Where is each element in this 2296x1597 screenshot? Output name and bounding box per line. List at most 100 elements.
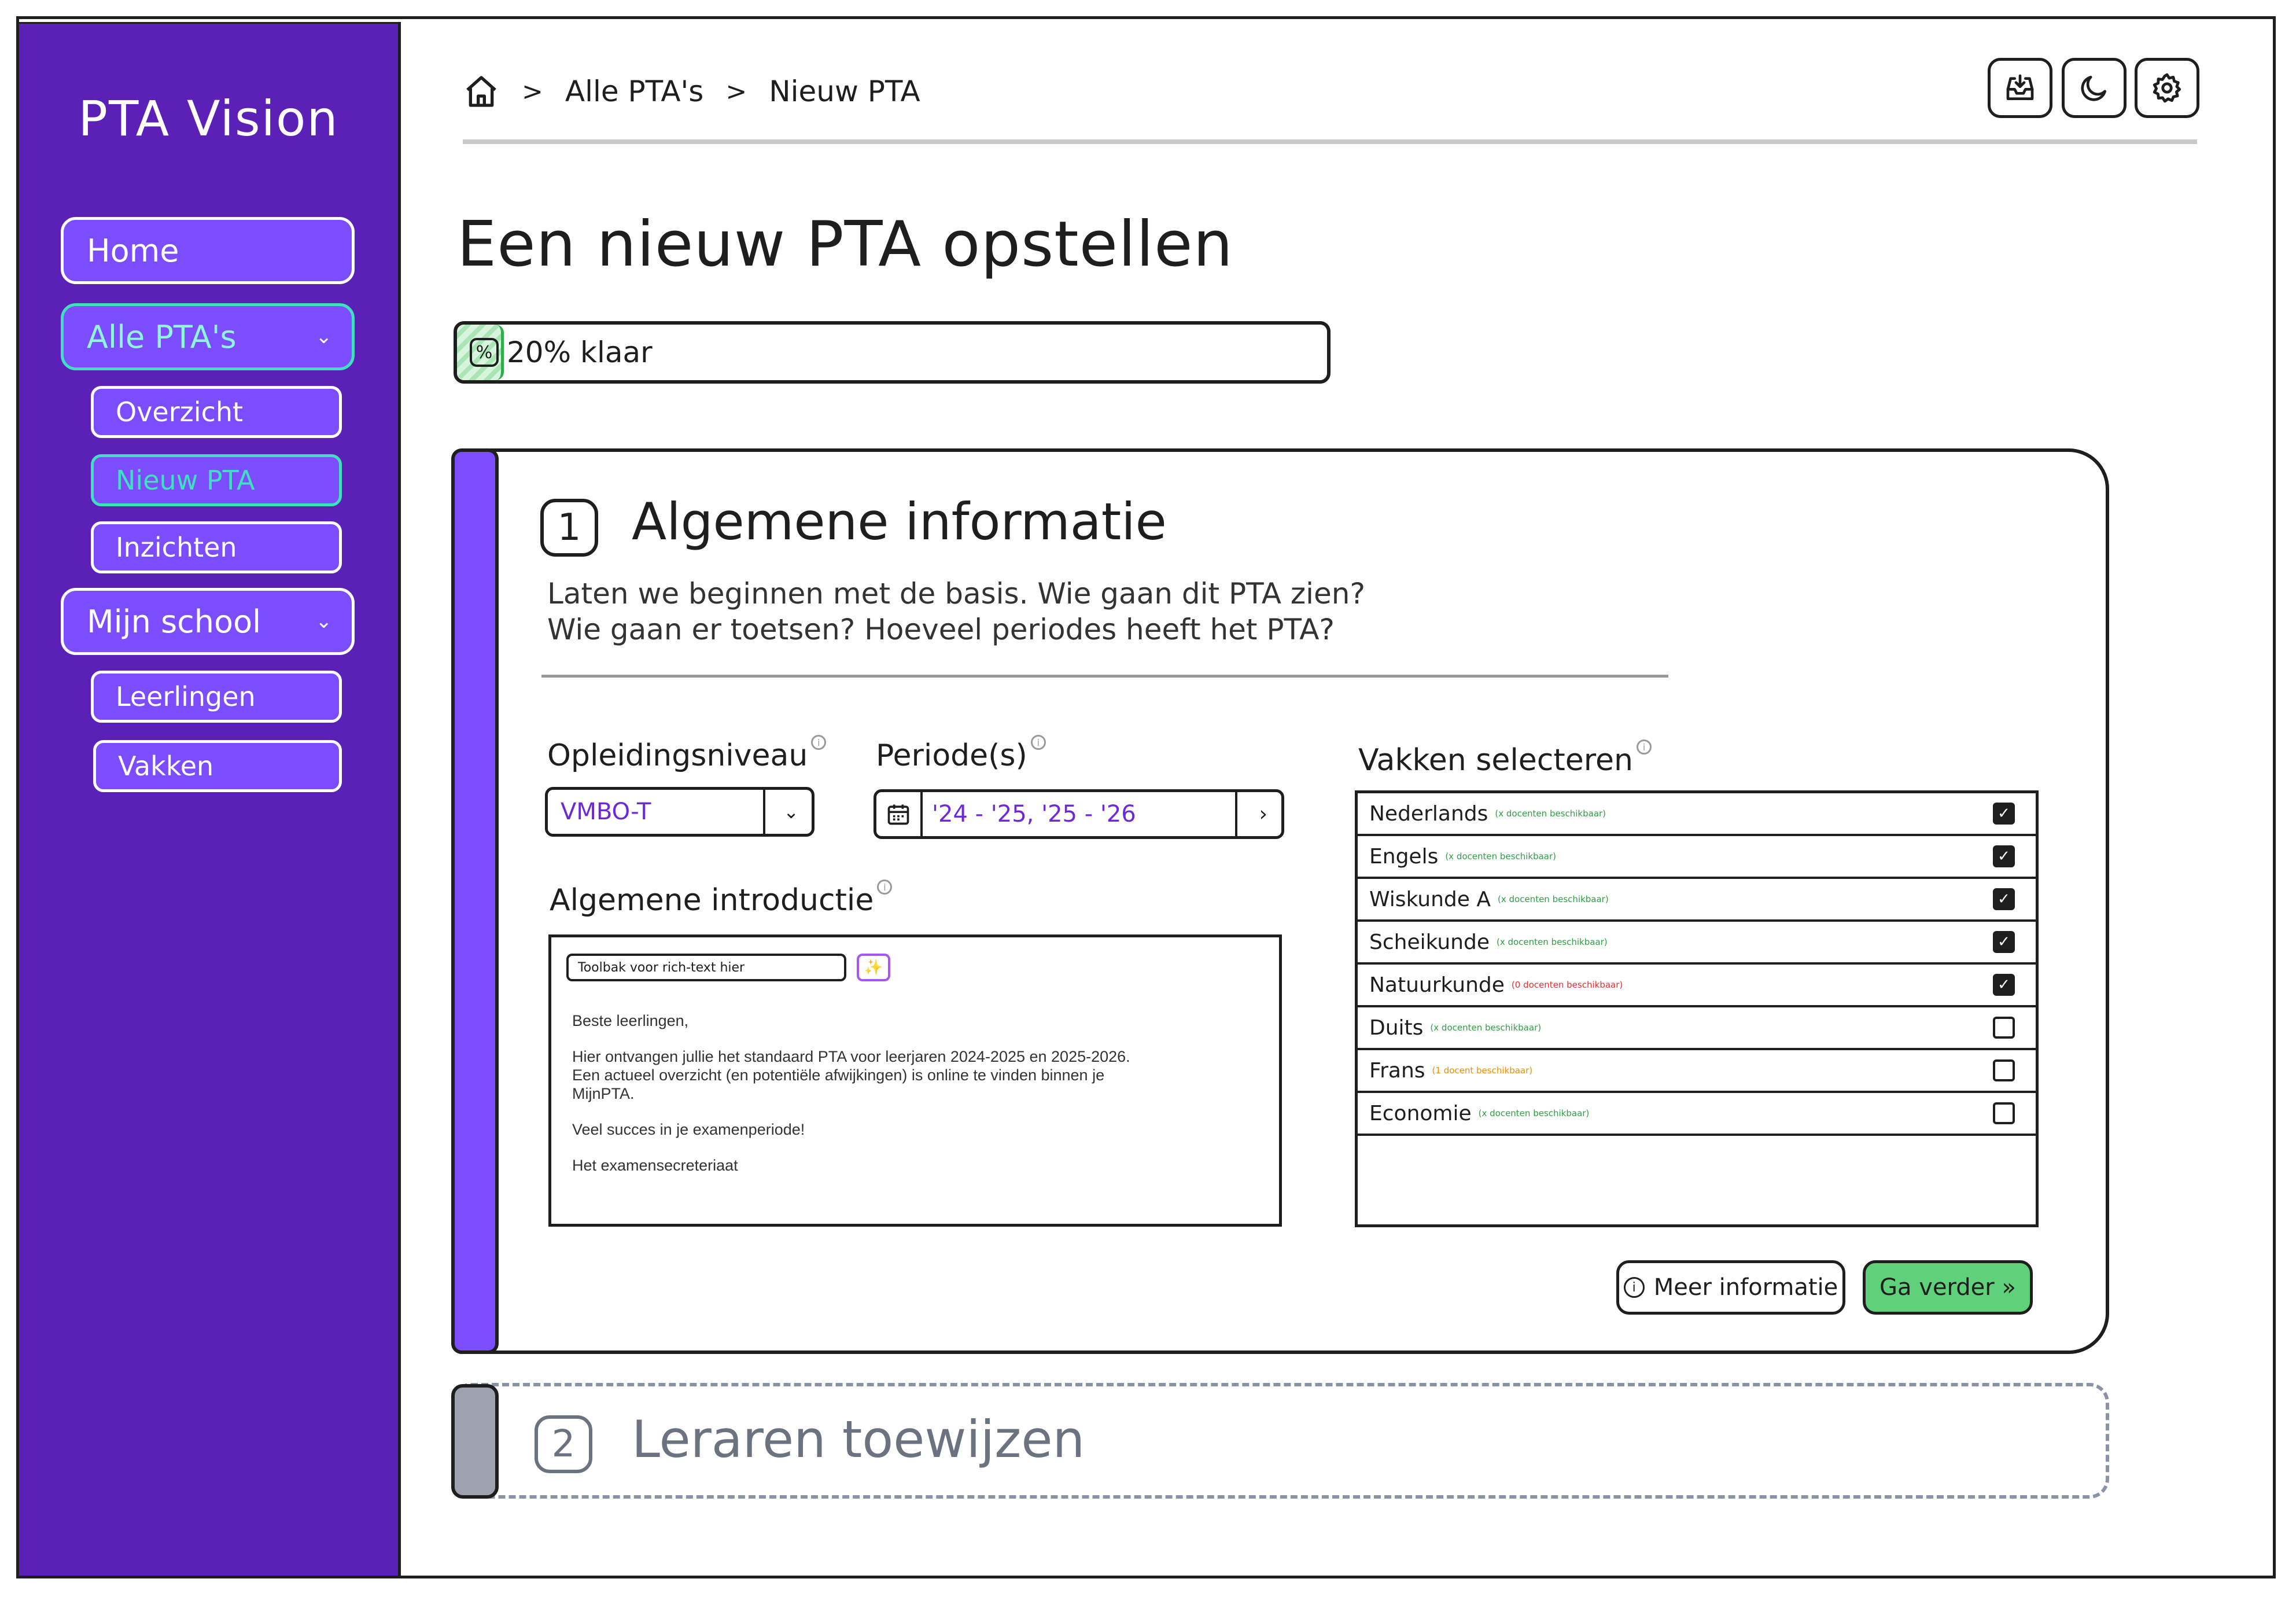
subject-availability: (x docenten beschikbaar): [1478, 1108, 1590, 1118]
subject-checkbox[interactable]: ✓: [1993, 845, 2015, 867]
subject-checkbox[interactable]: ✓: [1993, 803, 2015, 825]
level-select[interactable]: VMBO-T ⌄: [545, 787, 815, 837]
sidebar-item-label: Mijn school: [87, 603, 261, 640]
step-2-number: 2: [535, 1415, 592, 1473]
continue-label: Ga verder »: [1879, 1274, 2016, 1301]
subject-checkbox[interactable]: ✓: [1993, 974, 2015, 996]
info-icon[interactable]: i: [811, 735, 827, 750]
step-1-stripe: [451, 448, 499, 1354]
rich-text-toolbar[interactable]: Toolbak voor rich-text hier: [566, 954, 846, 981]
settings-button[interactable]: [2135, 58, 2199, 118]
intro-paragraph: Beste leerlingen,: [572, 1012, 689, 1029]
subject-checkbox[interactable]: [1993, 1059, 2015, 1081]
subject-row[interactable]: Frans (1 docent beschikbaar): [1358, 1050, 2036, 1093]
progress-text: 20% klaar: [507, 336, 653, 369]
subject-name: Scheikunde: [1369, 930, 1490, 954]
intro-label: Algemene introductie i: [550, 880, 893, 918]
progress-label: % 20% klaar: [470, 325, 653, 380]
subject-availability: (x docenten beschikbaar): [1430, 1022, 1542, 1033]
subject-row[interactable]: Engels (x docenten beschikbaar) ✓: [1358, 836, 2036, 879]
intro-editor[interactable]: Toolbak voor rich-text hier ✨ Beste leer…: [548, 934, 1282, 1227]
sidebar-item-label: Inzichten: [116, 532, 237, 563]
step-1-number: 1: [540, 499, 598, 557]
subject-checkbox[interactable]: [1993, 1017, 2015, 1039]
subject-availability: (x docenten beschikbaar): [1445, 851, 1556, 862]
sidebar-item-label: Alle PTA's: [87, 318, 237, 355]
level-label: Opleidingsniveau i: [547, 735, 827, 773]
chevron-down-icon: ⌄: [783, 801, 799, 823]
info-icon[interactable]: i: [877, 880, 893, 895]
intro-paragraph: Veel succes in je examenperiode!: [572, 1121, 805, 1138]
intro-label-text: Algemene introductie: [550, 883, 874, 918]
intro-text[interactable]: Beste leerlingen, Hier ontvangen jullie …: [572, 1011, 1151, 1192]
subject-availability: (x docenten beschikbaar): [1498, 894, 1609, 904]
info-icon: i: [1623, 1277, 1645, 1298]
breadcrumb-item[interactable]: Alle PTA's: [565, 75, 703, 108]
subject-name: Natuurkunde: [1369, 973, 1505, 997]
sidebar-item-overzicht[interactable]: Overzicht: [91, 386, 342, 438]
sparkle-icon[interactable]: ✨: [857, 954, 890, 981]
subjects-label-text: Vakken selecteren: [1358, 743, 1633, 778]
subject-row[interactable]: Nederlands (x docenten beschikbaar) ✓: [1358, 793, 2036, 836]
inbox-download-icon: [2004, 72, 2036, 104]
step-1-description-line: Laten we beginnen met de basis. Wie gaan…: [547, 577, 1366, 610]
subject-row[interactable]: Scheikunde (x docenten beschikbaar) ✓: [1358, 922, 2036, 965]
percent-icon: %: [470, 338, 499, 367]
sidebar-item-home[interactable]: Home: [61, 217, 355, 284]
level-label-text: Opleidingsniveau: [547, 738, 808, 773]
subject-row[interactable]: Natuurkunde (0 docenten beschikbaar) ✓: [1358, 965, 2036, 1007]
more-info-button[interactable]: i Meer informatie: [1616, 1260, 1845, 1315]
home-icon[interactable]: [463, 73, 500, 110]
chevron-right-icon[interactable]: ›: [1259, 803, 1267, 826]
sidebar-item-leerlingen[interactable]: Leerlingen: [91, 671, 342, 723]
chevron-down-icon: ⌄: [315, 325, 333, 348]
period-separator: [920, 792, 923, 836]
period-label: Periode(s) i: [876, 735, 1046, 773]
inbox-download-button[interactable]: [1988, 58, 2052, 118]
sidebar-item-label: Overzicht: [116, 396, 244, 428]
period-value: '24 - '25, '25 - '26: [932, 801, 1136, 827]
breadcrumb-item[interactable]: Nieuw PTA: [769, 75, 920, 108]
breadcrumb-separator: >: [725, 76, 747, 106]
sidebar-item-vakken[interactable]: Vakken: [93, 740, 342, 792]
subject-checkbox[interactable]: ✓: [1993, 931, 2015, 953]
step-1-divider: [541, 675, 1668, 678]
period-picker[interactable]: '24 - '25, '25 - '26 ›: [874, 789, 1284, 839]
continue-button[interactable]: Ga verder »: [1863, 1260, 2033, 1315]
more-info-label: Meer informatie: [1653, 1274, 1838, 1301]
sidebar-item-label: Home: [87, 232, 179, 269]
step-1-description-line: Wie gaan er toetsen? Hoeveel periodes he…: [547, 613, 1335, 646]
subject-name: Frans: [1369, 1058, 1425, 1083]
subject-name: Nederlands: [1369, 801, 1488, 826]
header-divider: [463, 139, 2197, 144]
breadcrumb-separator: >: [522, 76, 543, 106]
subject-row[interactable]: Wiskunde A (x docenten beschikbaar) ✓: [1358, 879, 2036, 922]
info-icon[interactable]: i: [1636, 739, 1652, 755]
sidebar-item-nieuw-pta[interactable]: Nieuw PTA: [91, 454, 342, 506]
subject-checkbox[interactable]: ✓: [1993, 888, 2015, 910]
progress-bar: % 20% klaar: [454, 321, 1331, 384]
subject-availability: (x docenten beschikbaar): [1496, 937, 1608, 947]
level-select-value: VMBO-T: [561, 798, 651, 825]
sidebar-item-label: Nieuw PTA: [116, 465, 255, 496]
app-title: PTA Vision: [78, 90, 339, 147]
subjects-label: Vakken selecteren i: [1358, 739, 1652, 778]
sidebar-item-mijn-school[interactable]: Mijn school ⌄: [61, 588, 355, 655]
subject-checkbox[interactable]: [1993, 1102, 2015, 1124]
info-icon[interactable]: i: [1030, 735, 1046, 750]
step-1-title: Algemene informatie: [632, 492, 1167, 551]
intro-paragraph: Het examensecreteriaat: [572, 1157, 738, 1174]
subject-row[interactable]: Duits (x docenten beschikbaar): [1358, 1007, 2036, 1050]
subject-row[interactable]: Economie (x docenten beschikbaar): [1358, 1093, 2036, 1136]
calendar-icon[interactable]: [886, 801, 911, 827]
dark-mode-button[interactable]: [2062, 58, 2127, 118]
select-separator: [763, 790, 765, 834]
step-2-title: Leraren toewijzen: [632, 1410, 1085, 1469]
sidebar-item-alle-ptas[interactable]: Alle PTA's ⌄: [61, 303, 355, 370]
subjects-list: Nederlands (x docenten beschikbaar) ✓ En…: [1355, 790, 2039, 1227]
subject-availability: (0 docenten beschikbaar): [1511, 980, 1623, 990]
moon-icon: [2078, 72, 2110, 104]
sidebar-item-inzichten[interactable]: Inzichten: [91, 521, 342, 573]
chevron-down-icon: ⌄: [315, 610, 333, 633]
subject-availability: (x docenten beschikbaar): [1495, 808, 1606, 819]
